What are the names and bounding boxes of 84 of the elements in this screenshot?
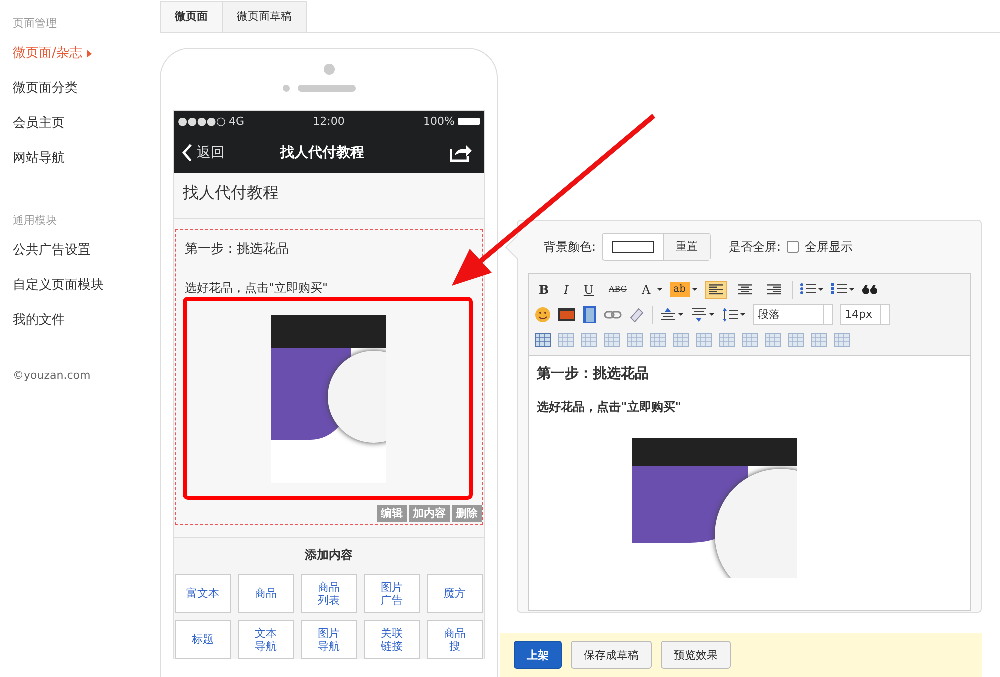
format-button[interactable]: B bbox=[535, 280, 554, 298]
format-button[interactable]: ab bbox=[670, 282, 690, 297]
add-content-button[interactable]: 商品 搜 bbox=[427, 620, 483, 659]
camera-icon bbox=[324, 64, 334, 75]
tab[interactable]: 微页面 bbox=[160, 1, 223, 32]
color-picker[interactable]: 重置 bbox=[602, 233, 712, 261]
module-heading: 第一步：挑选花品 bbox=[185, 241, 290, 258]
add-content-button[interactable]: 文本 导航 bbox=[238, 620, 294, 659]
link-icon[interactable] bbox=[604, 310, 622, 320]
quote-icon[interactable] bbox=[862, 284, 878, 294]
add-content-button[interactable]: 图片 导航 bbox=[301, 620, 357, 659]
table-tool-icon[interactable] bbox=[742, 332, 758, 346]
sidebar-item[interactable]: 我的文件 bbox=[13, 312, 160, 347]
table-tool-icon[interactable] bbox=[719, 332, 735, 346]
numbered-list-icon[interactable] bbox=[831, 283, 848, 296]
content-heading: 第一步：挑选花品 bbox=[537, 365, 650, 383]
content-text: 选好花品，点击"立即购买" bbox=[537, 399, 683, 416]
table-tool-icon[interactable] bbox=[604, 332, 620, 346]
format-button[interactable]: I bbox=[560, 280, 573, 298]
table-tool-icon[interactable] bbox=[650, 332, 666, 346]
network-text: 4G bbox=[229, 115, 245, 128]
font-size-dropdown[interactable]: 14px bbox=[840, 304, 890, 325]
table-tool-icon[interactable] bbox=[696, 332, 712, 346]
format-button[interactable]: U bbox=[580, 280, 598, 298]
spacing-above-icon[interactable] bbox=[660, 306, 676, 322]
table-tool-icon[interactable] bbox=[673, 332, 689, 346]
eraser-icon[interactable] bbox=[629, 306, 645, 322]
add-content-button[interactable]: 关联 链接 bbox=[364, 620, 420, 659]
add-content-button[interactable]: 标题 bbox=[175, 620, 231, 659]
sidebar-item[interactable]: 网站导航 bbox=[13, 150, 160, 185]
module-text: 选好花品，点击"立即购买" bbox=[185, 280, 330, 297]
back-button[interactable]: 返回 bbox=[182, 144, 225, 162]
tab[interactable]: 微页面草稿 bbox=[223, 1, 307, 32]
checkbox-label: 全屏显示 bbox=[805, 238, 854, 256]
video-icon[interactable] bbox=[583, 306, 597, 324]
table-tool-icon[interactable] bbox=[535, 332, 551, 346]
paragraph-dropdown[interactable]: 段落 bbox=[753, 304, 833, 325]
section-heading: 页面管理 bbox=[13, 16, 58, 31]
action-button[interactable]: 预览效果 bbox=[661, 641, 731, 669]
format-button[interactable]: ABC bbox=[605, 283, 631, 296]
align-icon[interactable] bbox=[705, 280, 728, 298]
field-label: 是否全屏: bbox=[729, 238, 782, 256]
table-tool-icon[interactable] bbox=[788, 332, 804, 346]
image-icon[interactable] bbox=[558, 308, 576, 322]
line-height-icon[interactable] bbox=[722, 306, 738, 322]
battery-text: 100% bbox=[424, 115, 455, 128]
add-content-button[interactable]: 图片 广告 bbox=[364, 574, 420, 613]
checkbox[interactable] bbox=[787, 241, 800, 253]
editor-content[interactable]: 第一步：挑选花品 选好花品，点击"立即购买" bbox=[529, 356, 970, 610]
sensor-icon bbox=[282, 85, 290, 92]
add-content-button[interactable]: 富文本 bbox=[175, 574, 231, 613]
add-content-button[interactable]: 商品 bbox=[238, 574, 294, 613]
battery-icon bbox=[458, 118, 480, 125]
table-tool-icon[interactable] bbox=[581, 332, 597, 346]
emoji-icon[interactable] bbox=[535, 306, 551, 322]
format-button[interactable]: A bbox=[638, 280, 655, 298]
speaker-icon bbox=[298, 85, 356, 92]
sidebar-item[interactable]: 微页面分类 bbox=[13, 80, 160, 115]
table-tool-icon[interactable] bbox=[558, 332, 574, 346]
action-button[interactable]: 保存成草稿 bbox=[571, 641, 652, 669]
share-icon[interactable] bbox=[450, 144, 472, 162]
table-tool-icon[interactable] bbox=[811, 332, 827, 346]
add-content-title: 添加内容 bbox=[304, 547, 354, 564]
nav-title: 找人代付教程 bbox=[280, 144, 364, 162]
table-tool-icon[interactable] bbox=[834, 332, 850, 346]
sidebar-item[interactable]: 微页面/杂志 bbox=[13, 45, 160, 80]
add-content-button[interactable]: 商品 列表 bbox=[301, 574, 357, 613]
reset-button[interactable]: 重置 bbox=[663, 234, 710, 260]
table-tool-icon[interactable] bbox=[765, 332, 781, 346]
add-content-button[interactable]: 魔方 bbox=[427, 574, 483, 613]
page-title: 找人代付教程 bbox=[174, 173, 484, 219]
sidebar-item[interactable]: 自定义页面模块 bbox=[13, 277, 160, 312]
section-heading: 通用模块 bbox=[13, 213, 58, 228]
table-tool-icon[interactable] bbox=[627, 332, 643, 346]
spacing-below-icon[interactable] bbox=[691, 306, 707, 322]
bullet-list-icon[interactable] bbox=[800, 283, 816, 296]
action-button[interactable]: 上架 bbox=[514, 641, 562, 669]
sidebar-item[interactable]: 公共广告设置 bbox=[13, 242, 160, 277]
copyright-text: ©youzan.com bbox=[13, 369, 92, 382]
field-label: 背景颜色: bbox=[544, 238, 596, 256]
sidebar-item[interactable]: 会员主页 bbox=[13, 115, 160, 150]
signal-text: ●●●●○ bbox=[178, 115, 226, 128]
chevron-left-icon bbox=[182, 144, 193, 162]
time-text: 12:00 bbox=[313, 115, 345, 128]
